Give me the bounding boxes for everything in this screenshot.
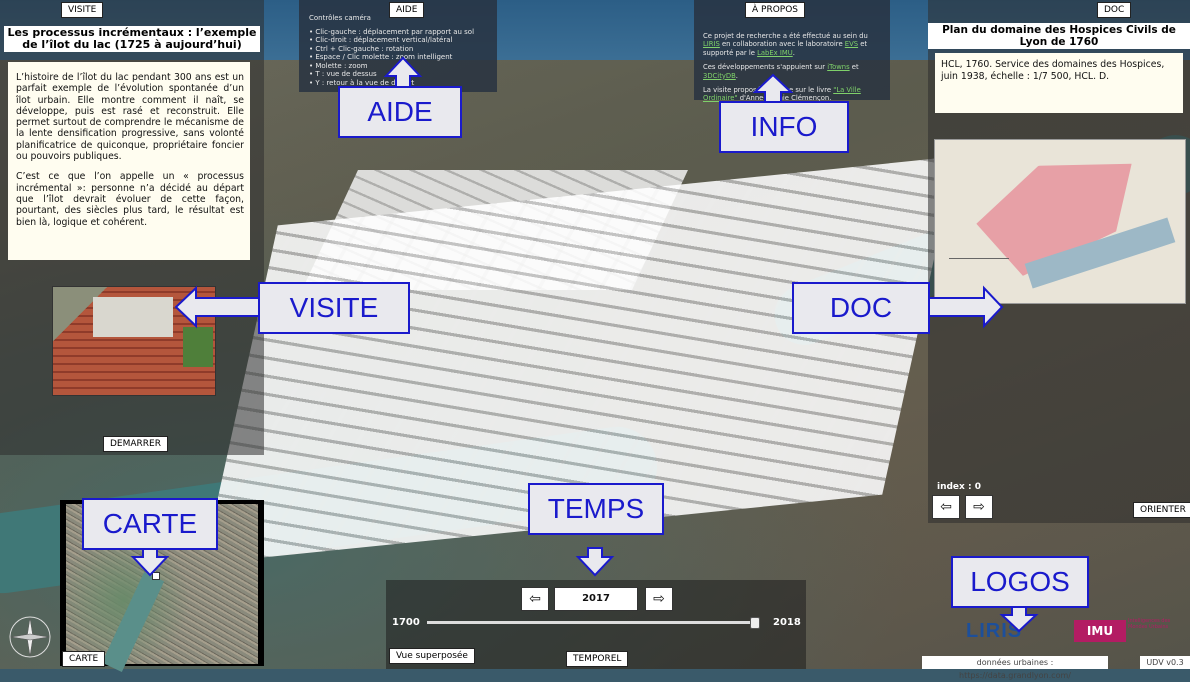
overlay-label-carte: CARTE	[82, 498, 218, 550]
overlay-label-temps: TEMPS	[528, 483, 664, 535]
doc-arrow	[927, 285, 1004, 329]
logos-arrow	[999, 604, 1039, 633]
overlay-label-doc: DOC	[792, 282, 930, 334]
overlay-label-aide: AIDE	[338, 86, 462, 138]
overlay-label-info: INFO	[719, 101, 849, 153]
carte-arrow	[130, 546, 170, 577]
info-arrow	[752, 73, 794, 104]
visite-arrow	[174, 285, 261, 329]
temps-arrow	[575, 547, 615, 577]
overlay-label-visite: VISITE	[258, 282, 410, 334]
aide-arrow	[383, 56, 423, 89]
overlay-label-logos: LOGOS	[951, 556, 1089, 608]
